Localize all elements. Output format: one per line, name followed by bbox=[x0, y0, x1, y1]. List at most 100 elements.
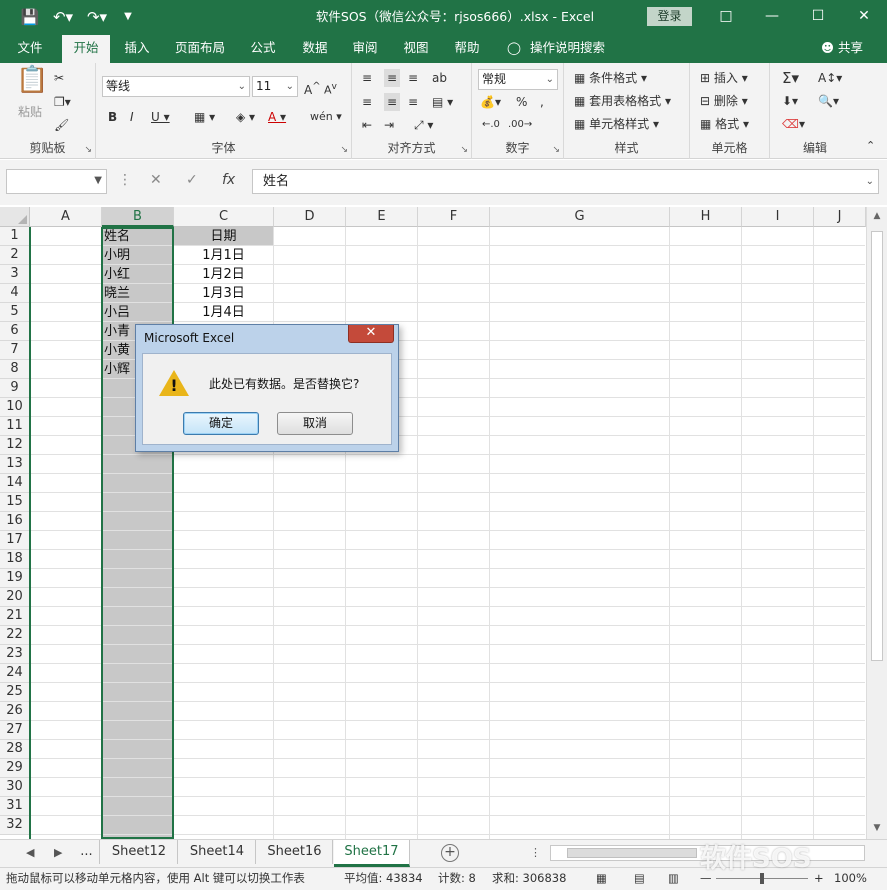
border-icon[interactable]: ▦ ▾ bbox=[194, 108, 215, 126]
increase-decimal-icon[interactable]: ←.0 bbox=[482, 116, 500, 134]
number-launcher-icon[interactable]: ↘ bbox=[552, 145, 560, 155]
fill-icon[interactable]: ⬇▾ bbox=[782, 92, 798, 110]
increase-indent-icon[interactable]: ⇥ bbox=[384, 116, 394, 134]
scroll-down-icon[interactable]: ▼ bbox=[867, 823, 887, 833]
font-size-select[interactable]: 11 ⌄ bbox=[252, 76, 298, 97]
status-average[interactable]: 平均值: 43834 bbox=[344, 868, 423, 889]
fill-color-icon[interactable]: ◈ ▾ bbox=[236, 108, 255, 126]
add-sheet-icon[interactable]: + bbox=[441, 844, 459, 862]
row-header-16[interactable]: 16 bbox=[0, 512, 30, 531]
bold-icon[interactable]: B bbox=[108, 108, 117, 126]
zoom-level[interactable]: 100% bbox=[834, 868, 867, 889]
autosum-icon[interactable]: Σ▾ bbox=[782, 69, 799, 87]
row-header-14[interactable]: 14 bbox=[0, 474, 30, 493]
row-header-18[interactable]: 18 bbox=[0, 550, 30, 569]
paste-icon[interactable]: 📋 bbox=[16, 67, 48, 93]
row-header-2[interactable]: 2 bbox=[0, 246, 30, 265]
conditional-format-button[interactable]: ▦ 条件格式 ▾ bbox=[574, 69, 647, 87]
font-color-icon[interactable]: A ▾ bbox=[268, 108, 286, 126]
sheet-tab-sheet17[interactable]: Sheet17 bbox=[334, 840, 410, 867]
decrease-decimal-icon[interactable]: .00→ bbox=[508, 116, 532, 134]
cell-c4[interactable]: 1月3日 bbox=[174, 284, 273, 303]
tab-formulas[interactable]: 公式 bbox=[240, 35, 286, 63]
save-icon[interactable]: 💾 bbox=[20, 7, 40, 27]
phonetic-icon[interactable]: wén ▾ bbox=[310, 108, 342, 126]
status-sum[interactable]: 求和: 306838 bbox=[492, 868, 566, 889]
copy-icon[interactable]: ❐▾ bbox=[54, 93, 71, 111]
row-header-25[interactable]: 25 bbox=[0, 683, 30, 702]
row-header-22[interactable]: 22 bbox=[0, 626, 30, 645]
align-middle-icon[interactable]: ≡ bbox=[384, 69, 401, 87]
tab-insert[interactable]: 插入 bbox=[114, 35, 160, 63]
dialog-close-icon[interactable]: ✕ bbox=[348, 325, 394, 343]
row-header-20[interactable]: 20 bbox=[0, 588, 30, 607]
page-break-view-icon[interactable]: ▥ bbox=[668, 868, 679, 889]
font-name-select[interactable]: 等线 ⌄ bbox=[102, 76, 250, 97]
maximize-icon[interactable]: ☐ bbox=[795, 0, 841, 33]
cell-c5[interactable]: 1月4日 bbox=[174, 303, 273, 322]
tab-file[interactable]: 文件 bbox=[6, 35, 54, 63]
format-painter-icon[interactable]: 🖌 bbox=[54, 116, 69, 134]
shrink-font-icon[interactable]: Av bbox=[324, 78, 337, 100]
comma-style-icon[interactable]: , bbox=[540, 93, 544, 111]
ribbon-display-icon[interactable]: □ bbox=[703, 0, 749, 33]
cancel-button[interactable]: 取消 bbox=[277, 412, 353, 435]
row-header-24[interactable]: 24 bbox=[0, 664, 30, 683]
row-header-4[interactable]: 4 bbox=[0, 284, 30, 303]
underline-icon[interactable]: U ▾ bbox=[151, 108, 170, 126]
row-header-3[interactable]: 3 bbox=[0, 265, 30, 284]
format-cells-button[interactable]: ▦ 格式 ▾ bbox=[700, 115, 749, 133]
row-header-12[interactable]: 12 bbox=[0, 436, 30, 455]
align-right-icon[interactable]: ≡ bbox=[408, 93, 418, 111]
row-header-7[interactable]: 7 bbox=[0, 341, 30, 360]
normal-view-icon[interactable]: ▦ bbox=[596, 868, 607, 889]
italic-icon[interactable]: I bbox=[130, 108, 134, 126]
name-box[interactable]: ▼ bbox=[6, 169, 107, 194]
expand-formula-icon[interactable]: ⌄ bbox=[866, 170, 874, 193]
redo-icon[interactable]: ↷▾ bbox=[84, 7, 110, 27]
sheet-tab-sheet16[interactable]: Sheet16 bbox=[257, 840, 333, 864]
row-header-30[interactable]: 30 bbox=[0, 778, 30, 797]
tab-review[interactable]: 审阅 bbox=[342, 35, 388, 63]
text-direction-icon[interactable]: ⤢ ▾ bbox=[414, 116, 433, 134]
number-format-select[interactable]: 常规 ⌄ bbox=[478, 69, 558, 90]
row-header-1[interactable]: 1 bbox=[0, 227, 30, 246]
column-header-i[interactable]: I bbox=[742, 207, 814, 227]
row-header-17[interactable]: 17 bbox=[0, 531, 30, 550]
row-header-5[interactable]: 5 bbox=[0, 303, 30, 322]
next-sheet-icon[interactable]: ▶ bbox=[54, 846, 62, 859]
vertical-scroll-thumb[interactable] bbox=[871, 231, 883, 661]
row-header-23[interactable]: 23 bbox=[0, 645, 30, 664]
row-header-8[interactable]: 8 bbox=[0, 360, 30, 379]
row-header-6[interactable]: 6 bbox=[0, 322, 30, 341]
collapse-ribbon-icon[interactable]: ⌃ bbox=[866, 137, 875, 155]
column-header-c[interactable]: C bbox=[174, 207, 274, 227]
tell-me-search[interactable]: 操作说明搜索 bbox=[530, 35, 610, 63]
customize-qat-icon[interactable]: ▼ bbox=[120, 7, 136, 27]
row-header-10[interactable]: 10 bbox=[0, 398, 30, 417]
worksheet-grid[interactable]: ABCDEFGHIJ 1 2 3 4 5 6 7 8 9 10 11 12 13 14 15 16 17 18 19… bbox=[0, 207, 887, 839]
tab-view[interactable]: 视图 bbox=[393, 35, 439, 63]
zoom-in-icon[interactable]: + bbox=[814, 868, 824, 889]
close-icon[interactable]: ✕ bbox=[841, 0, 887, 33]
sheet-tab-more[interactable]: ... bbox=[74, 840, 100, 864]
page-layout-view-icon[interactable]: ▤ bbox=[634, 868, 645, 889]
column-header-g[interactable]: G bbox=[490, 207, 670, 227]
share-button[interactable]: ☻ 共享 bbox=[821, 35, 863, 61]
column-header-h[interactable]: H bbox=[670, 207, 742, 227]
selection-border[interactable] bbox=[101, 227, 174, 839]
row-header-26[interactable]: 26 bbox=[0, 702, 30, 721]
row-header-9[interactable]: 9 bbox=[0, 379, 30, 398]
vertical-scrollbar[interactable]: ▲ ▼ bbox=[866, 207, 887, 839]
column-header-e[interactable]: E bbox=[346, 207, 418, 227]
decrease-indent-icon[interactable]: ⇤ bbox=[362, 116, 372, 134]
lightbulb-icon[interactable]: ◯ bbox=[504, 35, 524, 63]
formula-input[interactable]: 姓名 ⌄ bbox=[252, 169, 879, 194]
select-all-button[interactable] bbox=[0, 207, 30, 227]
prev-sheet-icon[interactable]: ◀ bbox=[26, 846, 34, 859]
sheet-tab-sheet14[interactable]: Sheet14 bbox=[179, 840, 256, 864]
row-header-28[interactable]: 28 bbox=[0, 740, 30, 759]
find-select-icon[interactable]: 🔍▾ bbox=[818, 92, 839, 110]
row-header-21[interactable]: 21 bbox=[0, 607, 30, 626]
tab-help[interactable]: 帮助 bbox=[444, 35, 490, 63]
